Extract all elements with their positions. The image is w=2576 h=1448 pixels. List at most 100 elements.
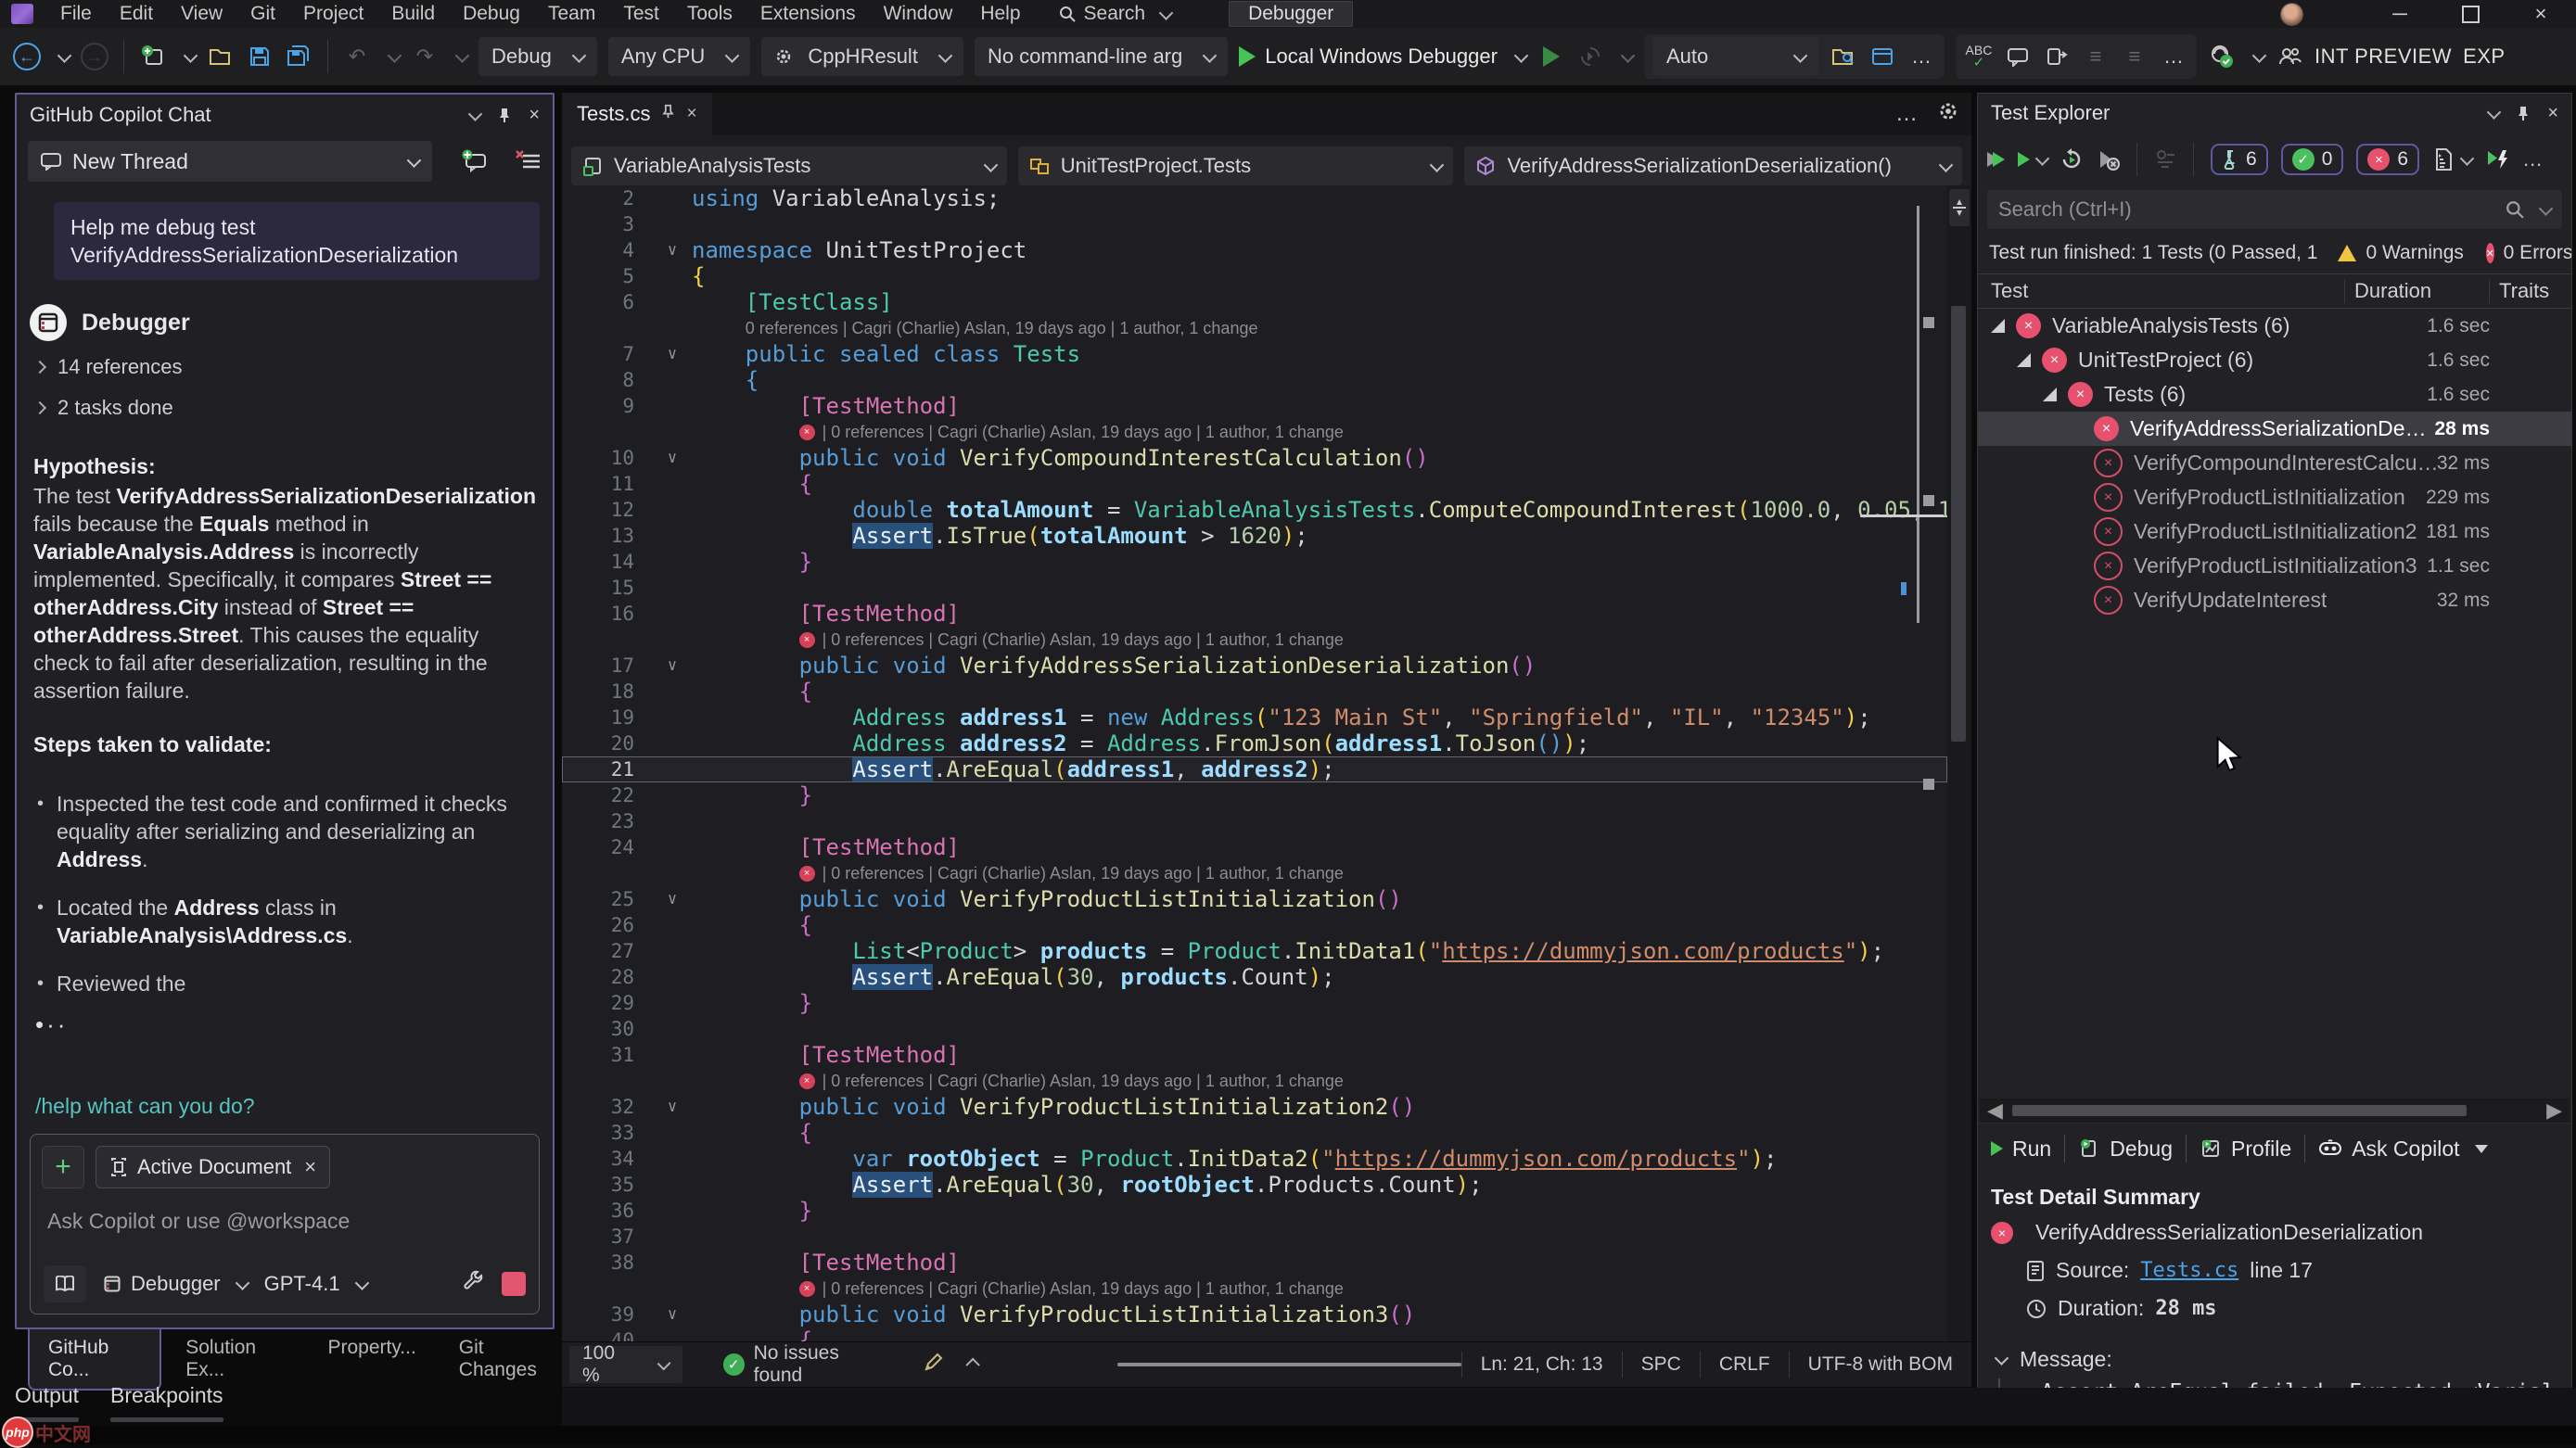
codelens-text[interactable]: 0 references | Cagri (Charlie) Aslan, 19… <box>746 319 1258 338</box>
column-traits[interactable]: Traits <box>2489 279 2571 303</box>
close-panel-button[interactable]: × <box>529 105 540 126</box>
codelens-row[interactable]: ×| 0 references | Cagri (Charlie) Aslan,… <box>562 627 1947 653</box>
redo-button[interactable]: ↷ <box>411 38 439 75</box>
source-file-link[interactable]: Tests.cs <box>2140 1259 2238 1282</box>
debug-button[interactable]: Debug <box>2078 1137 2173 1162</box>
codelens-row[interactable]: 0 references | Cagri (Charlie) Aslan, 19… <box>562 315 1947 341</box>
ask-copilot-button[interactable]: Ask Copilot <box>2318 1137 2487 1162</box>
code-line[interactable]: 4∨namespace UnitTestProject <box>562 237 1947 263</box>
code-line[interactable]: 31 [TestMethod] <box>562 1042 1947 1068</box>
filter-failed-badge[interactable]: × 6 <box>2356 144 2419 175</box>
menu-help[interactable]: Help <box>966 0 1034 28</box>
code-line[interactable]: 14 } <box>562 549 1947 575</box>
undo-chevron[interactable] <box>388 48 402 63</box>
codelens-row[interactable]: ×| 0 references | Cagri (Charlie) Aslan,… <box>562 860 1947 886</box>
pin-icon[interactable] <box>661 104 675 124</box>
code-line[interactable]: 19 Address address1 = new Address("123 M… <box>562 705 1947 730</box>
run-all-tests-button[interactable] <box>1987 152 2005 167</box>
filter-button[interactable] <box>2154 149 2176 170</box>
active-tool-badge[interactable]: Debugger <box>1229 1 1353 27</box>
detail-message-row[interactable]: Message: <box>1978 1340 2571 1378</box>
help-link[interactable]: /help what can you do? <box>17 1094 553 1134</box>
find-in-files-button[interactable] <box>1830 38 1857 75</box>
codelens-text[interactable]: | 0 references | Cagri (Charlie) Aslan, … <box>823 1279 1344 1299</box>
code-line[interactable]: 7∨ public sealed class Tests <box>562 341 1947 367</box>
editor-overflow-button[interactable]: … <box>1895 101 1918 127</box>
mode-dropdown[interactable]: Debugger <box>103 1272 248 1296</box>
close-button[interactable]: × <box>2506 0 2576 28</box>
test-tree-row[interactable]: ×VerifyProductListInitialization229 ms <box>1978 480 2571 514</box>
filter-total-badge[interactable]: 6 <box>2211 144 2268 175</box>
test-tree-column-headers[interactable]: Test Duration Traits <box>1978 273 2571 309</box>
status-crlf[interactable]: CRLF <box>1700 1352 1789 1378</box>
run-target-chevron[interactable] <box>1514 48 1529 63</box>
tool-tab-solutionex[interactable]: Solution Ex... <box>167 1329 303 1389</box>
code-line[interactable]: 17∨ public void VerifyAddressSerializati… <box>562 653 1947 679</box>
project-dropdown[interactable]: VariableAnalysisTests <box>571 146 1007 185</box>
pin-button[interactable] <box>497 107 512 123</box>
tasks-collapsible[interactable]: 2 tasks done <box>17 387 553 428</box>
status-ln[interactable]: Ln: 21, Ch: 13 <box>1461 1352 1622 1378</box>
startup-project-dropdown[interactable]: CppHResult <box>761 37 963 76</box>
code-line[interactable]: 36 } <box>562 1198 1947 1224</box>
increase-indent-button[interactable]: ≡ <box>2121 38 2149 75</box>
status-spc[interactable]: SPC <box>1622 1352 1700 1378</box>
test-tree-row[interactable]: ×VerifyAddressSerializationDeser...28 ms <box>1978 412 2571 446</box>
test-tree-row[interactable]: ×UnitTestProject (6)1.6 sec <box>1978 343 2571 377</box>
codelens-text[interactable]: | 0 references | Cagri (Charlie) Aslan, … <box>823 1072 1344 1091</box>
decrease-indent-button[interactable]: ≡ <box>2082 38 2110 75</box>
pen-icon[interactable] <box>924 1352 944 1378</box>
menu-build[interactable]: Build <box>377 0 449 28</box>
panel-menu-chevron[interactable] <box>2489 108 2499 119</box>
code-line[interactable]: 12 double totalAmount = VariableAnalysis… <box>562 497 1947 523</box>
test-tree-row[interactable]: ×VariableAnalysisTests (6)1.6 sec <box>1978 309 2571 343</box>
menu-extensions[interactable]: Extensions <box>746 0 870 28</box>
model-dropdown[interactable]: GPT-4.1 <box>264 1272 367 1296</box>
menu-debug[interactable]: Debug <box>449 0 534 28</box>
editor-scrollbar[interactable] <box>1947 185 1971 1342</box>
references-collapsible[interactable]: 14 references <box>17 347 553 387</box>
run-button[interactable]: Run <box>1991 1137 2051 1162</box>
code-line[interactable]: 20 Address address2 = Address.FromJson(a… <box>562 730 1947 756</box>
bottom-tab-breakpoints[interactable]: Breakpoints <box>110 1383 223 1422</box>
code-line[interactable]: 16 [TestMethod] <box>562 601 1947 627</box>
test-search-box[interactable]: Search (Ctrl+I) <box>1987 190 2562 229</box>
code-line[interactable]: 26 { <box>562 912 1947 938</box>
reference-button[interactable] <box>44 1265 86 1302</box>
code-line[interactable]: 25∨ public void VerifyProductListInitial… <box>562 886 1947 912</box>
sync-status-button[interactable] <box>2208 38 2236 75</box>
run-tests-button[interactable] <box>2018 152 2047 167</box>
code-line[interactable]: 35 Assert.AreEqual(30, rootObject.Produc… <box>562 1172 1947 1198</box>
scroll-right-arrow[interactable]: ▶ <box>2546 1099 2570 1123</box>
code-line[interactable]: 3 <box>562 211 1947 237</box>
code-line[interactable]: 23 <box>562 808 1947 834</box>
tool-tab-property[interactable]: Property... <box>309 1329 434 1366</box>
int-preview-label[interactable]: INT PREVIEW <box>2315 44 2452 69</box>
chat-input-box[interactable]: + Active Document × Ask Copilot or use @… <box>30 1134 540 1315</box>
menu-edit[interactable]: Edit <box>106 0 167 28</box>
menu-team[interactable]: Team <box>534 0 609 28</box>
menu-window[interactable]: Window <box>870 0 967 28</box>
menu-test[interactable]: Test <box>609 0 673 28</box>
hot-reload-chevron[interactable] <box>1621 48 1636 63</box>
spell-check-button[interactable]: ABC✓ <box>1965 38 1993 75</box>
fold-chevron-icon[interactable]: ∨ <box>653 1305 692 1324</box>
code-line[interactable]: 34 var rootObject = Product.InitData2("h… <box>562 1146 1947 1172</box>
column-test[interactable]: Test <box>1978 279 2344 303</box>
code-line[interactable]: 29 } <box>562 990 1947 1016</box>
navigate-forward-button[interactable]: → <box>81 38 108 75</box>
watch-mode-dropdown[interactable]: Auto <box>1653 37 1818 76</box>
codelens-text[interactable]: | 0 references | Cagri (Charlie) Aslan, … <box>823 630 1344 650</box>
code-line[interactable]: 39∨ public void VerifyProductListInitial… <box>562 1302 1947 1327</box>
minimize-button[interactable]: ─ <box>2365 0 2435 28</box>
issues-label[interactable]: No issues found <box>754 1342 886 1387</box>
save-all-button[interactable] <box>285 38 312 75</box>
back-history-chevron[interactable] <box>57 48 72 63</box>
pin-button[interactable] <box>2516 105 2531 121</box>
chat-input-placeholder[interactable]: Ask Copilot or use @workspace <box>42 1188 528 1265</box>
menu-git[interactable]: Git <box>236 0 289 28</box>
tool-tab-gitchanges[interactable]: Git Changes <box>440 1329 571 1389</box>
sync-chevron[interactable] <box>2252 48 2267 63</box>
code-lines[interactable]: 2using VariableAnalysis;34∨namespace Uni… <box>562 185 1947 1342</box>
code-line[interactable]: 5{ <box>562 263 1947 289</box>
